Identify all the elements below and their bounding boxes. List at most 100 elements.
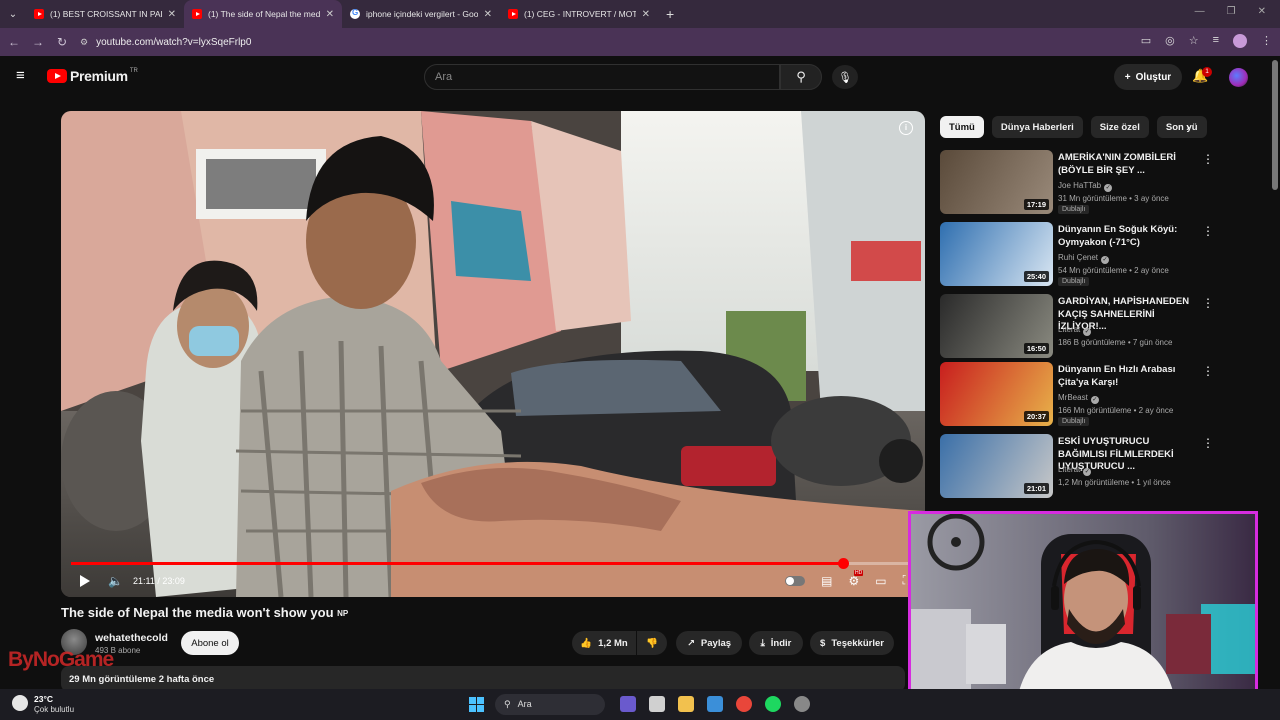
chip-world-news[interactable]: Dünya Haberleri	[991, 116, 1083, 138]
store-icon[interactable]	[707, 696, 723, 712]
profile-icon[interactable]	[1233, 34, 1247, 48]
create-label: Oluştur	[1135, 71, 1172, 83]
plus-icon: +	[1124, 71, 1131, 83]
close-tab-icon[interactable]: ✕	[326, 9, 334, 20]
task-view-icon[interactable]	[649, 696, 665, 712]
new-tab-icon[interactable]: +	[666, 6, 674, 22]
more-actions-icon[interactable]: ⋮	[1202, 224, 1214, 238]
taskbar-search-label: Ara	[517, 699, 532, 709]
back-icon[interactable]: ←	[2, 35, 26, 49]
browser-tab[interactable]: (1) BEST CROISSANT IN PARIS ✕	[26, 0, 184, 28]
recommended-video[interactable]: 20:37 Dünyanın En Hızlı Arabası Çita'ya K…	[940, 362, 1215, 428]
site-info-icon[interactable]: ⚙	[80, 37, 88, 48]
subscribe-button[interactable]: Abone ol	[181, 631, 239, 655]
account-avatar[interactable]	[1229, 68, 1248, 87]
close-tab-icon[interactable]: ✕	[642, 9, 650, 20]
close-tab-icon[interactable]: ✕	[484, 9, 492, 20]
channel-name[interactable]: Literat ✓	[1058, 325, 1092, 336]
forward-icon[interactable]: →	[26, 35, 50, 49]
video-meta: 54 Mn görüntüleme • 2 ay önce	[1058, 266, 1169, 275]
video-meta: 31 Mn görüntüleme • 3 ay önce	[1058, 194, 1169, 203]
channel-name[interactable]: wehatethecold	[95, 632, 168, 644]
youtube-logo[interactable]: Premium TR	[47, 68, 138, 84]
video-player[interactable]: i 🔈 21:11 / 23:09 ▤ ⚙ HD ▭ ⛶	[61, 111, 925, 597]
menu-dots-icon[interactable]: ⋮	[1261, 34, 1272, 48]
steam-icon[interactable]	[794, 696, 810, 712]
weather-temperature[interactable]: 23°C	[34, 694, 53, 704]
spotify-icon[interactable]	[765, 696, 781, 712]
google-icon	[350, 8, 360, 19]
share-button[interactable]: ↗ Paylaş	[676, 631, 742, 655]
close-window-icon[interactable]: ✕	[1258, 6, 1266, 17]
play-icon[interactable]	[80, 575, 90, 587]
chevron-right-icon[interactable]: ›	[1186, 120, 1190, 134]
address-bar[interactable]: ⚙ youtube.com/watch?v=lyxSqeFrlp0	[80, 32, 1120, 52]
page-scrollbar[interactable]	[1272, 60, 1278, 190]
recommended-video[interactable]: 17:19 AMERİKA'NIN ZOMBİLERİ (BÖYLE BİR ŞE…	[940, 150, 1215, 216]
eye-off-icon[interactable]: ◎	[1165, 34, 1175, 48]
more-actions-icon[interactable]: ⋮	[1202, 296, 1214, 310]
channel-name[interactable]: Ruhi Çenet ✓	[1058, 253, 1110, 264]
channel-name[interactable]: Joe HaTTab ✓	[1058, 181, 1113, 192]
recommended-video[interactable]: 25:40 Dünyanın En Soğuk Köyü: Oymyakon (-…	[940, 222, 1215, 288]
video-meta: 166 Mn görüntüleme • 2 ay önce	[1058, 406, 1174, 415]
voice-search-button[interactable]: 🎙	[832, 65, 858, 89]
close-tab-icon[interactable]: ✕	[168, 9, 176, 20]
more-actions-icon[interactable]: ⋮	[1202, 436, 1214, 450]
player-controls: 🔈 21:11 / 23:09 ▤ ⚙ HD ▭ ⛶	[61, 565, 925, 597]
like-button[interactable]: 👍 1,2 Mn	[572, 631, 636, 655]
player-right-controls: ▤ ⚙ HD ▭ ⛶	[785, 569, 911, 588]
windows-start-icon[interactable]	[469, 697, 484, 712]
reload-icon[interactable]: ↻	[50, 35, 74, 49]
video-thumbnail[interactable]: 21:01	[940, 434, 1053, 498]
video-thumbnail[interactable]: 25:40	[940, 222, 1053, 286]
browser-tab-active[interactable]: (1) The side of Nepal the media ✕	[184, 0, 342, 28]
chip-for-you[interactable]: Size özel	[1090, 116, 1149, 138]
search-button[interactable]: ⚲	[780, 64, 822, 90]
video-title[interactable]: Dünyanın En Soğuk Köyü: Oymyakon (-71°C)	[1058, 224, 1198, 249]
create-button[interactable]: + Oluştur	[1114, 64, 1182, 90]
settings-gear-icon[interactable]: ⚙ HD	[848, 569, 864, 588]
video-title[interactable]: AMERİKA'NIN ZOMBİLERİ (BÖYLE BİR ŞEY ...	[1058, 152, 1198, 177]
browser-tab[interactable]: iphone içindeki vergilert - Goo ✕	[342, 0, 500, 28]
info-icon[interactable]: i	[899, 121, 913, 135]
video-title[interactable]: Dünyanın En Hızlı Arabası Çita'ya Karşı!	[1058, 364, 1198, 389]
autoplay-toggle[interactable]	[785, 575, 806, 586]
search-input[interactable]: Ara	[424, 64, 780, 90]
video-thumbnail[interactable]: 20:37	[940, 362, 1053, 426]
extensions-icon[interactable]: ≡	[1213, 34, 1219, 48]
notification-badge: 1	[1202, 67, 1212, 77]
chip-recent[interactable]: Son yü	[1156, 116, 1207, 138]
more-actions-icon[interactable]: ⋮	[1202, 364, 1214, 378]
cast-icon[interactable]: ▭	[1141, 34, 1151, 48]
taskbar-search[interactable]: ⚲ Ara	[495, 694, 605, 715]
download-button[interactable]: ⤓ İndir	[749, 631, 803, 655]
window-controls: — ❐ ✕	[1195, 6, 1266, 17]
bookmark-star-icon[interactable]: ☆	[1189, 34, 1199, 48]
search-icon: ⚲	[796, 69, 806, 84]
video-thumbnail[interactable]: 16:50	[940, 294, 1053, 358]
copilot-icon[interactable]	[620, 696, 636, 712]
streamer-watermark: ByNoGame	[8, 648, 114, 671]
more-actions-icon[interactable]: ⋮	[1202, 152, 1214, 166]
thanks-button[interactable]: $ Teşekkürler	[810, 631, 894, 655]
channel-name[interactable]: MrBeast ✓	[1058, 393, 1099, 404]
video-thumbnail[interactable]: 17:19	[940, 150, 1053, 214]
dislike-button[interactable]: 👎	[637, 631, 667, 655]
recommended-video[interactable]: 21:01 ESKİ UYUŞTURUCU BAĞIMLISI FİLMLERDE…	[940, 434, 1215, 500]
chrome-icon[interactable]	[736, 696, 752, 712]
verified-check-icon: ✓	[1090, 396, 1099, 404]
volume-icon[interactable]: 🔈	[108, 574, 123, 588]
theater-mode-icon[interactable]: ▭	[875, 574, 886, 588]
tab-search-icon[interactable]: ⌄	[0, 0, 26, 28]
subtitles-icon[interactable]: ▤	[821, 574, 832, 588]
channel-name[interactable]: Literat ✓	[1058, 465, 1092, 476]
file-explorer-icon[interactable]	[678, 696, 694, 712]
browser-tab[interactable]: (1) CEG - INTROVERT / MOTIVE ✕	[500, 0, 658, 28]
maximize-icon[interactable]: ❐	[1227, 6, 1236, 17]
minimize-icon[interactable]: —	[1195, 6, 1205, 17]
chip-all[interactable]: Tümü	[940, 116, 984, 138]
weather-cloud-icon[interactable]	[12, 695, 28, 711]
hamburger-menu-icon[interactable]: ≡	[16, 68, 32, 83]
recommended-video[interactable]: 16:50 GARDİYAN, HAPİSHANEDEN KAÇIŞ SAHNEL…	[940, 294, 1215, 360]
